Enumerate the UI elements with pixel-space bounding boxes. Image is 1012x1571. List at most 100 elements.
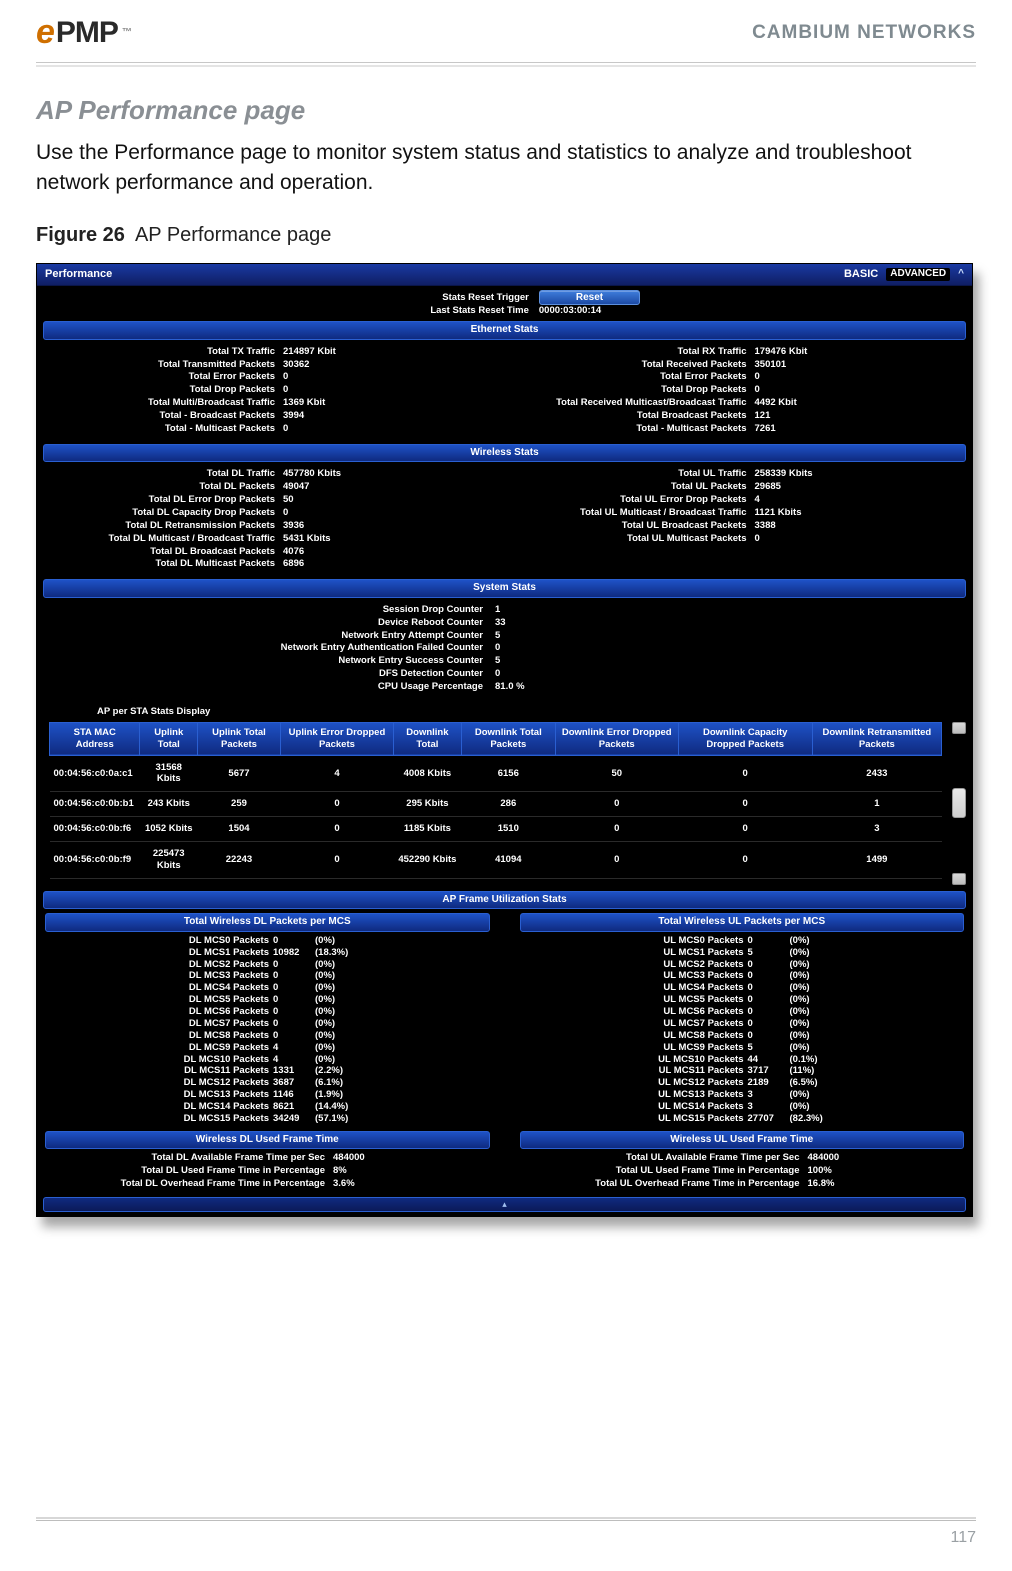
ethernet-right-row: Total Error Packets0 [517, 371, 965, 384]
last-reset-label: Last Stats Reset Time [369, 305, 529, 317]
figure-label: Figure 26 AP Performance page [36, 222, 976, 249]
expand-icon[interactable]: ▴ [43, 1197, 966, 1212]
system-stat-label: Device Reboot Counter [53, 617, 483, 629]
ul-mcs-label: UL MCS5 Packets [574, 994, 744, 1006]
dl-mcs-percent: (0%) [315, 959, 490, 971]
ethernet-right-label: Total Broadcast Packets [517, 410, 747, 422]
ethernet-right-value: 350101 [755, 359, 965, 371]
ethernet-left-value: 214897 Kbit [283, 346, 493, 358]
system-stat-row: Network Entry Authentication Failed Coun… [45, 642, 964, 655]
system-stat-row: Network Entry Attempt Counter5 [45, 630, 964, 643]
ul-mcs-row: UL MCS11 Packets3717(11%) [520, 1065, 965, 1077]
ethernet-right-label: Total - Multicast Packets [517, 423, 747, 435]
dl-frame-label: Total DL Used Frame Time in Percentage [45, 1165, 325, 1177]
ethernet-left-row: Total Transmitted Packets30362 [45, 359, 493, 372]
dl-mcs-percent: (1.9%) [315, 1089, 490, 1101]
system-stat-value: 81.0 % [495, 681, 525, 692]
sta-value-cell: 50 [555, 755, 678, 792]
dl-mcs-percent: (14.4%) [315, 1101, 490, 1113]
system-stat-label: CPU Usage Percentage [53, 681, 483, 693]
scroll-thumb[interactable] [952, 788, 966, 818]
ul-mcs-label: UL MCS13 Packets [574, 1089, 744, 1101]
wireless-right-value: 4 [755, 494, 965, 506]
system-stat-value: 0 [495, 642, 500, 653]
dl-mcs-label: DL MCS9 Packets [99, 1042, 269, 1054]
lead-paragraph: Use the Performance page to monitor syst… [36, 138, 976, 198]
dl-mcs-percent: (0%) [315, 982, 490, 994]
dl-mcs-count: 1146 [273, 1089, 311, 1101]
mode-basic[interactable]: BASIC [844, 268, 878, 282]
dl-mcs-percent: (2.2%) [315, 1065, 490, 1077]
ul-mcs-row: UL MCS14 Packets3(0%) [520, 1101, 965, 1113]
ethernet-left-label: Total TX Traffic [45, 346, 275, 358]
ap-per-sta-label: AP per STA Stats Display [37, 700, 972, 722]
wireless-left-value: 49047 [283, 481, 493, 493]
ul-mcs-percent: (0.1%) [790, 1054, 965, 1066]
dl-mcs-count: 10982 [273, 947, 311, 959]
sta-value-cell: 41094 [461, 842, 555, 879]
ul-mcs-row: UL MCS10 Packets44(0.1%) [520, 1054, 965, 1066]
ul-mcs-count: 0 [748, 1030, 786, 1042]
sta-scrollbar[interactable] [952, 722, 966, 885]
wireless-left-value: 50 [283, 494, 493, 506]
scroll-up-icon[interactable] [952, 722, 966, 734]
sta-col-header: Downlink Capacity Dropped Packets [678, 722, 812, 755]
wireless-right-value: 3388 [755, 520, 965, 532]
ul-mcs-count: 5 [748, 947, 786, 959]
ul-mcs-label: UL MCS3 Packets [574, 970, 744, 982]
ethernet-right-label: Total Received Packets [517, 359, 747, 371]
page-footer: 117 [36, 1517, 976, 1549]
system-stat-label: Session Drop Counter [53, 604, 483, 616]
ul-mcs-header: Total Wireless UL Packets per MCS [520, 913, 965, 932]
dl-frame-header: Wireless DL Used Frame Time [45, 1131, 490, 1150]
ethernet-left-label: Total Transmitted Packets [45, 359, 275, 371]
ul-mcs-count: 0 [748, 935, 786, 947]
ethernet-right-row: Total Drop Packets0 [517, 384, 965, 397]
sta-value-cell: 0 [280, 842, 393, 879]
reset-button[interactable]: Reset [539, 290, 640, 305]
system-stat-label: DFS Detection Counter [53, 668, 483, 680]
dl-mcs-row: DL MCS1 Packets10982(18.3%) [45, 947, 490, 959]
system-stat-label: Network Entry Attempt Counter [53, 630, 483, 642]
ul-mcs-label: UL MCS8 Packets [574, 1030, 744, 1042]
table-row: 00:04:56:c0:0a:c131568 Kbits567744008 Kb… [50, 755, 942, 792]
wireless-right-label: Total UL Packets [517, 481, 747, 493]
wireless-right-row: Total UL Packets29685 [517, 481, 965, 494]
ul-mcs-row: UL MCS8 Packets0(0%) [520, 1030, 965, 1042]
scroll-down-icon[interactable] [952, 873, 966, 885]
dl-mcs-label: DL MCS3 Packets [99, 970, 269, 982]
dl-mcs-row: DL MCS11 Packets1331(2.2%) [45, 1065, 490, 1077]
ethernet-right-value: 121 [755, 410, 965, 422]
wireless-left-label: Total DL Capacity Drop Packets [45, 507, 275, 519]
ul-mcs-count: 44 [748, 1054, 786, 1066]
dl-frame-row: Total DL Used Frame Time in Percentage8% [45, 1165, 490, 1178]
dl-mcs-count: 0 [273, 1006, 311, 1018]
system-stat-label: Network Entry Authentication Failed Coun… [53, 642, 483, 654]
figure-number: Figure 26 [36, 224, 125, 246]
wireless-right-value: 258339 Kbits [755, 468, 965, 480]
dl-mcs-label: DL MCS13 Packets [99, 1089, 269, 1101]
mode-advanced[interactable]: ADVANCED [886, 268, 950, 281]
ul-mcs-count: 3 [748, 1089, 786, 1101]
ethernet-right-value: 0 [755, 384, 965, 396]
dl-mcs-count: 34249 [273, 1113, 311, 1125]
dl-mcs-row: DL MCS2 Packets0(0%) [45, 959, 490, 971]
collapse-icon[interactable]: ^ [958, 268, 964, 281]
sta-value-cell: 22243 [198, 842, 281, 879]
sta-value-cell: 0 [555, 842, 678, 879]
dl-mcs-label: DL MCS15 Packets [99, 1113, 269, 1125]
wireless-left-row: Total DL Error Drop Packets50 [45, 494, 493, 507]
dl-mcs-count: 0 [273, 1018, 311, 1030]
wireless-left-label: Total DL Retransmission Packets [45, 520, 275, 532]
sta-value-cell: 31568 Kbits [140, 755, 198, 792]
wireless-left-label: Total DL Multicast / Broadcast Traffic [45, 533, 275, 545]
sta-col-header: Downlink Total Packets [461, 722, 555, 755]
ethernet-right-row: Total - Multicast Packets7261 [517, 423, 965, 436]
ethernet-right-value: 4492 Kbit [755, 397, 965, 409]
system-stat-row: Network Entry Success Counter5 [45, 655, 964, 668]
dl-mcs-label: DL MCS4 Packets [99, 982, 269, 994]
dl-mcs-count: 0 [273, 994, 311, 1006]
dl-frame-row: Total DL Available Frame Time per Sec484… [45, 1152, 490, 1165]
sta-value-cell: 1 [812, 792, 941, 817]
ul-mcs-count: 0 [748, 982, 786, 994]
